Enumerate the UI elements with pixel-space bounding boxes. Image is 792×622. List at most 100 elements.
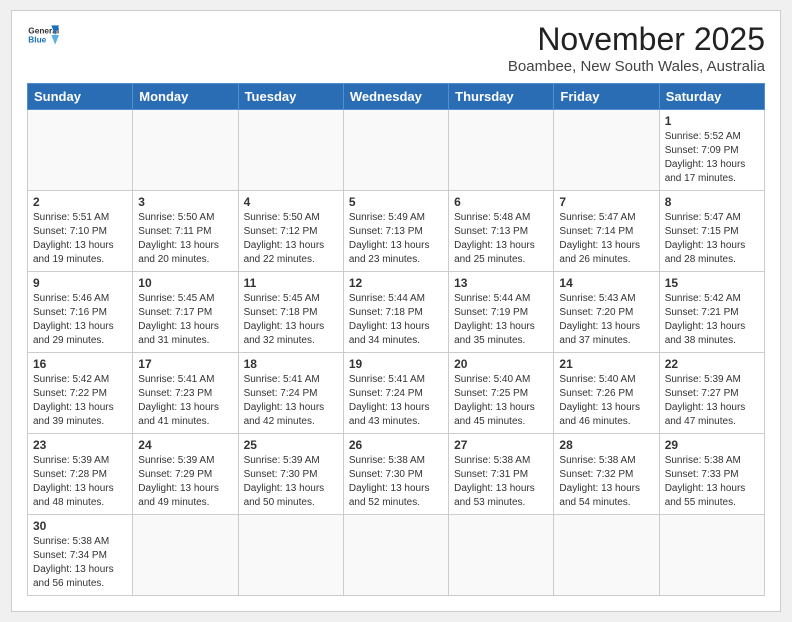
title-block: November 2025 Boambee, New South Wales, … (508, 21, 765, 75)
day-number: 23 (33, 438, 127, 452)
calendar-week-5: 23 Sunrise: 5:39 AM Sunset: 7:28 PM Dayli… (28, 434, 765, 515)
calendar-cell (554, 515, 659, 596)
weekday-monday: Monday (133, 84, 238, 110)
day-number: 13 (454, 276, 548, 290)
day-number: 9 (33, 276, 127, 290)
calendar-header: General Blue November 2025 Boambee, New … (27, 21, 765, 75)
day-number: 14 (559, 276, 653, 290)
day-number: 7 (559, 195, 653, 209)
day-info: Sunrise: 5:48 AM Sunset: 7:13 PM Dayligh… (454, 211, 548, 267)
calendar-week-4: 16Sunrise: 5:42 AM Sunset: 7:22 PM Dayli… (28, 353, 765, 434)
day-info: Sunrise: 5:38 AM Sunset: 7:34 PM Dayligh… (33, 535, 127, 591)
calendar-cell: 14 Sunrise: 5:43 AM Sunset: 7:20 PM Dayli… (554, 272, 659, 353)
day-info: Sunrise: 5:39 AM Sunset: 7:29 PM Dayligh… (138, 454, 232, 510)
calendar-cell: 5Sunrise: 5:49 AM Sunset: 7:13 PM Daylig… (343, 191, 448, 272)
calendar-cell (238, 110, 343, 191)
calendar-cell: 12 Sunrise: 5:44 AM Sunset: 7:18 PM Dayli… (343, 272, 448, 353)
calendar-cell (133, 515, 238, 596)
day-number: 5 (349, 195, 443, 209)
calendar-cell (554, 110, 659, 191)
day-number: 29 (665, 438, 759, 452)
calendar-cell: 11Sunrise: 5:45 AM Sunset: 7:18 PM Dayli… (238, 272, 343, 353)
calendar-cell: 15Sunrise: 5:42 AM Sunset: 7:21 PM Dayli… (659, 272, 764, 353)
day-number: 15 (665, 276, 759, 290)
calendar-cell: 13Sunrise: 5:44 AM Sunset: 7:19 PM Dayli… (449, 272, 554, 353)
day-info: Sunrise: 5:38 AM Sunset: 7:33 PM Dayligh… (665, 454, 759, 510)
calendar-cell: 19 Sunrise: 5:41 AM Sunset: 7:24 PM Dayli… (343, 353, 448, 434)
calendar-cell: 1 Sunrise: 5:52 AM Sunset: 7:09 PM Daylig… (659, 110, 764, 191)
day-info: Sunrise: 5:40 AM Sunset: 7:25 PM Dayligh… (454, 373, 548, 429)
day-number: 26 (349, 438, 443, 452)
day-number: 20 (454, 357, 548, 371)
weekday-friday: Friday (554, 84, 659, 110)
day-number: 6 (454, 195, 548, 209)
day-number: 10 (138, 276, 232, 290)
day-info: Sunrise: 5:43 AM Sunset: 7:20 PM Dayligh… (559, 292, 653, 348)
calendar-cell: 20 Sunrise: 5:40 AM Sunset: 7:25 PM Dayli… (449, 353, 554, 434)
calendar-cell (659, 515, 764, 596)
day-info: Sunrise: 5:39 AM Sunset: 7:27 PM Dayligh… (665, 373, 759, 429)
calendar-cell (133, 110, 238, 191)
calendar-cell: 28Sunrise: 5:38 AM Sunset: 7:32 PM Dayli… (554, 434, 659, 515)
day-info: Sunrise: 5:38 AM Sunset: 7:31 PM Dayligh… (454, 454, 548, 510)
calendar-cell: 22 Sunrise: 5:39 AM Sunset: 7:27 PM Dayli… (659, 353, 764, 434)
calendar-cell (28, 110, 133, 191)
calendar-cell: 4 Sunrise: 5:50 AM Sunset: 7:12 PM Daylig… (238, 191, 343, 272)
weekday-thursday: Thursday (449, 84, 554, 110)
day-info: Sunrise: 5:47 AM Sunset: 7:14 PM Dayligh… (559, 211, 653, 267)
calendar-cell: 17Sunrise: 5:41 AM Sunset: 7:23 PM Dayli… (133, 353, 238, 434)
calendar-table: SundayMondayTuesdayWednesdayThursdayFrid… (27, 83, 765, 596)
day-number: 1 (665, 114, 759, 128)
calendar-cell: 3Sunrise: 5:50 AM Sunset: 7:11 PM Daylig… (133, 191, 238, 272)
day-number: 24 (138, 438, 232, 452)
day-info: Sunrise: 5:46 AM Sunset: 7:16 PM Dayligh… (33, 292, 127, 348)
calendar-week-3: 9 Sunrise: 5:46 AM Sunset: 7:16 PM Daylig… (28, 272, 765, 353)
calendar-cell (238, 515, 343, 596)
month-title: November 2025 (508, 21, 765, 58)
calendar-cell: 16Sunrise: 5:42 AM Sunset: 7:22 PM Dayli… (28, 353, 133, 434)
calendar-container: General Blue November 2025 Boambee, New … (11, 10, 781, 612)
calendar-cell (449, 515, 554, 596)
day-number: 18 (244, 357, 338, 371)
day-info: Sunrise: 5:52 AM Sunset: 7:09 PM Dayligh… (665, 130, 759, 186)
calendar-week-2: 2 Sunrise: 5:51 AM Sunset: 7:10 PM Daylig… (28, 191, 765, 272)
day-number: 25 (244, 438, 338, 452)
calendar-cell: 10 Sunrise: 5:45 AM Sunset: 7:17 PM Dayli… (133, 272, 238, 353)
day-number: 27 (454, 438, 548, 452)
calendar-cell: 30Sunrise: 5:38 AM Sunset: 7:34 PM Dayli… (28, 515, 133, 596)
day-info: Sunrise: 5:39 AM Sunset: 7:30 PM Dayligh… (244, 454, 338, 510)
day-number: 12 (349, 276, 443, 290)
day-number: 21 (559, 357, 653, 371)
calendar-cell: 25 Sunrise: 5:39 AM Sunset: 7:30 PM Dayli… (238, 434, 343, 515)
day-number: 28 (559, 438, 653, 452)
svg-text:Blue: Blue (28, 35, 46, 45)
calendar-cell: 27 Sunrise: 5:38 AM Sunset: 7:31 PM Dayli… (449, 434, 554, 515)
day-info: Sunrise: 5:41 AM Sunset: 7:24 PM Dayligh… (349, 373, 443, 429)
calendar-cell: 7 Sunrise: 5:47 AM Sunset: 7:14 PM Daylig… (554, 191, 659, 272)
calendar-cell (343, 515, 448, 596)
logo: General Blue (27, 21, 59, 49)
calendar-cell: 21 Sunrise: 5:40 AM Sunset: 7:26 PM Dayli… (554, 353, 659, 434)
day-info: Sunrise: 5:38 AM Sunset: 7:30 PM Dayligh… (349, 454, 443, 510)
calendar-week-6: 30Sunrise: 5:38 AM Sunset: 7:34 PM Dayli… (28, 515, 765, 596)
day-info: Sunrise: 5:50 AM Sunset: 7:11 PM Dayligh… (138, 211, 232, 267)
weekday-wednesday: Wednesday (343, 84, 448, 110)
day-number: 19 (349, 357, 443, 371)
weekday-tuesday: Tuesday (238, 84, 343, 110)
day-info: Sunrise: 5:40 AM Sunset: 7:26 PM Dayligh… (559, 373, 653, 429)
location-title: Boambee, New South Wales, Australia (508, 58, 765, 75)
weekday-sunday: Sunday (28, 84, 133, 110)
day-number: 4 (244, 195, 338, 209)
day-number: 22 (665, 357, 759, 371)
day-info: Sunrise: 5:44 AM Sunset: 7:18 PM Dayligh… (349, 292, 443, 348)
day-info: Sunrise: 5:39 AM Sunset: 7:28 PM Dayligh… (33, 454, 127, 510)
calendar-cell (343, 110, 448, 191)
calendar-cell: 24 Sunrise: 5:39 AM Sunset: 7:29 PM Dayli… (133, 434, 238, 515)
calendar-week-1: 1 Sunrise: 5:52 AM Sunset: 7:09 PM Daylig… (28, 110, 765, 191)
day-number: 2 (33, 195, 127, 209)
day-info: Sunrise: 5:51 AM Sunset: 7:10 PM Dayligh… (33, 211, 127, 267)
day-info: Sunrise: 5:45 AM Sunset: 7:17 PM Dayligh… (138, 292, 232, 348)
calendar-cell: 6 Sunrise: 5:48 AM Sunset: 7:13 PM Daylig… (449, 191, 554, 272)
day-info: Sunrise: 5:50 AM Sunset: 7:12 PM Dayligh… (244, 211, 338, 267)
calendar-cell (449, 110, 554, 191)
